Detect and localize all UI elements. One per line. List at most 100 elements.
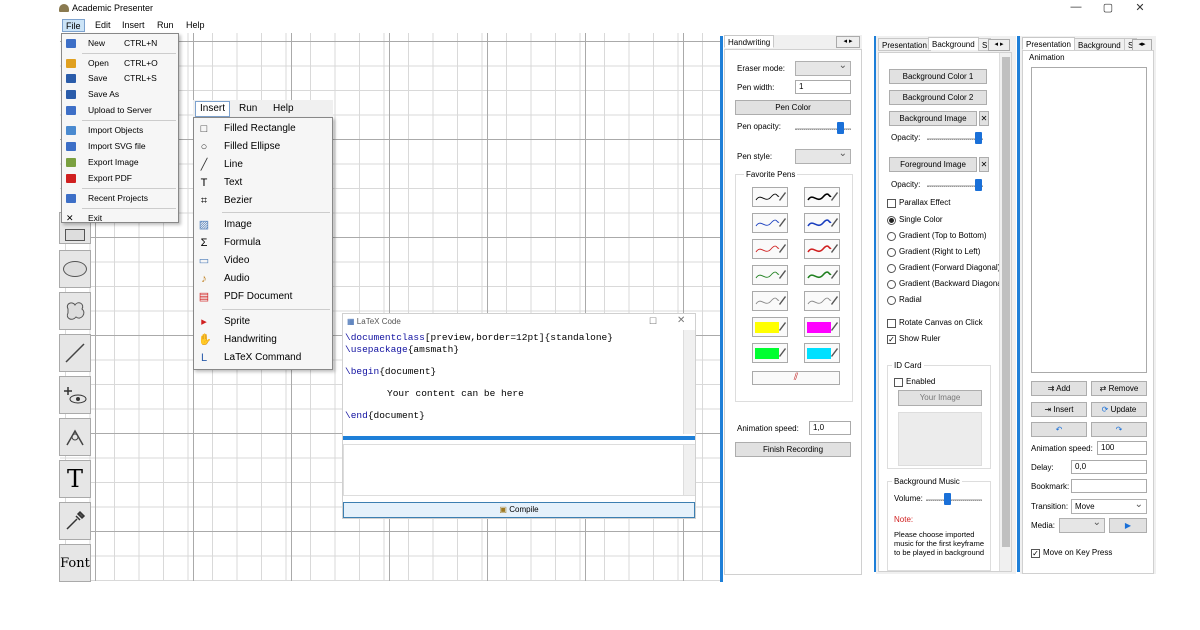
bg-image-button[interactable]: Background Image	[889, 111, 977, 126]
eraser-mode-select[interactable]	[795, 60, 851, 76]
insert-menu-item-handwriting[interactable]: ✋ Handwriting	[194, 331, 332, 349]
bg-opacity-slider[interactable]	[975, 132, 982, 144]
favorite-pen-10[interactable]	[804, 291, 840, 311]
shape-tool[interactable]	[59, 292, 91, 330]
favorite-pen-11[interactable]	[752, 317, 788, 337]
tab-presentation[interactable]: Presentation	[878, 38, 931, 51]
favorite-pen-4[interactable]	[804, 213, 840, 233]
latex-editor-scrollbar[interactable]	[683, 330, 695, 434]
file-menu-item-upload-to-server[interactable]: Upload to Server	[62, 103, 178, 118]
favorite-pen-12[interactable]	[804, 317, 840, 337]
file-menu-item-export-image[interactable]: Export Image	[62, 155, 178, 170]
latex-splitter[interactable]	[343, 436, 695, 440]
file-menu-item-recent-projects[interactable]: Recent Projects	[62, 191, 178, 206]
insert-menu-item-bezier[interactable]: ⌗ Bezier	[194, 192, 332, 210]
text-tool[interactable]: T	[59, 460, 91, 498]
insert-menu-item-sprite[interactable]: ▸ Sprite	[194, 313, 332, 331]
single-color-radio[interactable]	[887, 216, 896, 225]
tab-presentation-2[interactable]: Presentation	[1022, 37, 1075, 50]
insert-menubar-run[interactable]: Run	[239, 102, 257, 116]
file-menu-item-exit[interactable]: ✕ Exit	[62, 211, 178, 226]
compile-button[interactable]: ▣ Compile	[343, 502, 695, 518]
ruler-checkbox[interactable]: ✓	[887, 335, 896, 344]
latex-output[interactable]	[343, 444, 695, 496]
delay-spin[interactable]: 0,0	[1071, 460, 1147, 474]
grad1-radio[interactable]	[887, 232, 896, 241]
move-on-key-checkbox[interactable]: ✓	[1031, 549, 1040, 558]
latex-close-button[interactable]: ✕	[677, 315, 685, 326]
maximize-button[interactable]: ▢	[1098, 1, 1118, 15]
ellipse-tool[interactable]	[59, 250, 91, 288]
latex-output-scrollbar[interactable]	[683, 445, 695, 495]
animation-list[interactable]	[1031, 67, 1147, 373]
line-tool[interactable]	[59, 334, 91, 372]
close-button[interactable]: ✕	[1130, 1, 1150, 15]
bg-color1-button[interactable]: Background Color 1	[889, 69, 987, 84]
favorite-pen-2[interactable]	[804, 187, 840, 207]
animation-speed-spin[interactable]: 1,0	[809, 421, 851, 435]
volume-slider[interactable]	[944, 493, 951, 505]
add-button[interactable]: ⇉ Add	[1031, 381, 1087, 396]
bg-image-clear-button[interactable]: ✕	[979, 111, 989, 126]
insert-menu-item-formula[interactable]: Σ Formula	[194, 234, 332, 252]
favorite-pen-7[interactable]	[752, 265, 788, 285]
fg-opacity-slider[interactable]	[975, 179, 982, 191]
bg-color2-button[interactable]: Background Color 2	[889, 90, 987, 105]
file-menu-item-save[interactable]: Save CTRL+S	[62, 71, 178, 86]
remove-button[interactable]: ⇄ Remove	[1091, 381, 1147, 396]
pen-opacity-slider[interactable]	[837, 122, 844, 134]
insert-menubar-help[interactable]: Help	[273, 102, 294, 116]
fg-image-button[interactable]: Foreground Image	[889, 157, 977, 172]
tab-background[interactable]: Background	[928, 37, 979, 50]
favorite-pen-9[interactable]	[752, 291, 788, 311]
media-select[interactable]	[1059, 517, 1105, 533]
add-view-tool[interactable]	[59, 376, 91, 414]
favorite-pen-1[interactable]	[752, 187, 788, 207]
font-tool[interactable]: Font	[59, 544, 91, 582]
pen-color-button[interactable]: Pen Color	[735, 100, 851, 115]
pen-style-select[interactable]	[795, 148, 851, 164]
pres-animation-speed-spin[interactable]: 100	[1097, 441, 1147, 455]
latex-maximize-button[interactable]: ☐	[649, 316, 657, 327]
insert-button[interactable]: ⇥ Insert	[1031, 402, 1087, 417]
file-menu-item-new[interactable]: New CTRL+N	[62, 36, 178, 51]
file-menu-item-import-objects[interactable]: Import Objects	[62, 123, 178, 138]
bg-tab-scroll-arrows[interactable]: ◂ ▸	[988, 39, 1010, 51]
eyedropper-tool[interactable]	[59, 502, 91, 540]
menu-run[interactable]: Run	[154, 19, 177, 32]
menu-help[interactable]: Help	[183, 19, 208, 32]
background-scrollbar[interactable]	[999, 53, 1011, 571]
insert-menu-item-pdf-document[interactable]: ▤ PDF Document	[194, 288, 332, 306]
undo-button[interactable]: ↶	[1031, 422, 1087, 437]
favorite-pen-13[interactable]	[752, 343, 788, 363]
favorite-pen-5[interactable]	[752, 239, 788, 259]
transition-select[interactable]: Move	[1071, 498, 1147, 514]
your-image-button[interactable]: Your Image	[898, 390, 982, 406]
grad2-radio[interactable]	[887, 248, 896, 257]
pen-width-spin[interactable]: 1	[795, 80, 851, 94]
menu-file[interactable]: File	[62, 19, 85, 32]
background-scroll-thumb[interactable]	[1002, 57, 1010, 547]
insert-menu-item-text[interactable]: T Text	[194, 174, 332, 192]
favorite-pen-14[interactable]	[804, 343, 840, 363]
insert-menu-item-latex-command[interactable]: L LaTeX Command	[194, 349, 332, 367]
menu-insert[interactable]: Insert	[119, 19, 148, 32]
file-menu-item-open[interactable]: Open CTRL+O	[62, 56, 178, 71]
media-play-button[interactable]: ▶	[1109, 518, 1147, 533]
eraser-pen-button[interactable]: ⫽	[752, 371, 840, 385]
insert-menubar-insert[interactable]: Insert	[195, 101, 231, 117]
redo-button[interactable]: ↷	[1091, 422, 1147, 437]
bookmark-input[interactable]	[1071, 479, 1147, 493]
parallax-checkbox[interactable]	[887, 199, 896, 208]
insert-menu-item-image[interactable]: ▨ Image	[194, 216, 332, 234]
insert-menu-item-filled-ellipse[interactable]: ○ Filled Ellipse	[194, 138, 332, 156]
insert-menu-item-filled-rectangle[interactable]: □ Filled Rectangle	[194, 120, 332, 138]
grad3-radio[interactable]	[887, 264, 896, 273]
minimize-button[interactable]: —	[1066, 1, 1086, 15]
rotate-checkbox[interactable]	[887, 319, 896, 328]
tab-scroll-arrows[interactable]: ◂ ▸	[836, 36, 860, 48]
insert-menu-item-video[interactable]: ▭ Video	[194, 252, 332, 270]
favorite-pen-8[interactable]	[804, 265, 840, 285]
latex-editor[interactable]: \documentclass[preview,border=12pt]{stan…	[343, 330, 695, 434]
favorite-pen-6[interactable]	[804, 239, 840, 259]
